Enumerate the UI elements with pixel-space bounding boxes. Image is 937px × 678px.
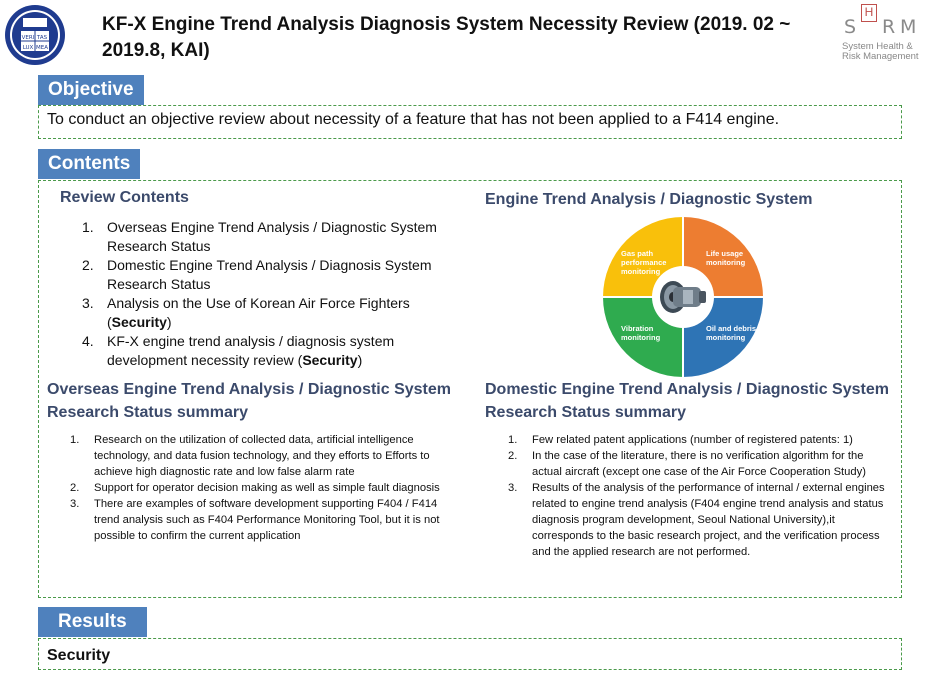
contents-tab: Contents: [38, 149, 141, 179]
domestic-heading: Domestic Engine Trend Analysis / Diagnos…: [485, 378, 889, 424]
list-text-wrapper: Analysis on the Use of Korean Air Force …: [107, 294, 452, 332]
seal-text-4: MEA: [36, 45, 48, 51]
list-text: Support for operator decision making as …: [94, 482, 440, 494]
domestic-heading-line2: Research Status summary: [485, 404, 686, 421]
review-contents-list: 1. Overseas Engine Trend Analysis / Diag…: [82, 218, 452, 370]
list-item: 1. Research on the utilization of collec…: [70, 432, 455, 480]
list-number: 2.: [82, 257, 94, 273]
shrm-letter-m: M: [900, 16, 917, 38]
list-item: 2. Support for operator decision making …: [70, 480, 455, 496]
list-text: Few related patent applications (number …: [532, 434, 853, 446]
list-text-suffix: ): [166, 314, 172, 330]
list-item: 3. Analysis on the Use of Korean Air For…: [82, 294, 452, 332]
list-item: 2. In the case of the literature, there …: [508, 448, 888, 480]
list-number: 4.: [82, 333, 94, 349]
list-text: Domestic Engine Trend Analysis / Diagnos…: [107, 257, 432, 292]
shrm-letter-h: H: [861, 4, 877, 22]
quadrant-label-life-usage: Life usage monitoring: [706, 249, 746, 267]
list-text: Research on the utilization of collected…: [94, 434, 430, 478]
results-tab: Results: [38, 607, 147, 637]
list-number: 1.: [82, 219, 94, 235]
list-item: 1. Overseas Engine Trend Analysis / Diag…: [82, 218, 452, 256]
list-number: 2.: [508, 450, 518, 462]
objective-text: To conduct an objective review about nec…: [47, 111, 780, 128]
list-item: 2. Domestic Engine Trend Analysis / Diag…: [82, 256, 452, 294]
list-number: 3.: [70, 498, 80, 510]
security-label: Security: [111, 314, 167, 330]
list-number: 1.: [508, 434, 518, 446]
overseas-summary-list: 1. Research on the utilization of collec…: [70, 432, 455, 544]
list-item: 3. There are examples of software develo…: [70, 496, 455, 544]
shrm-letter-s: S: [844, 16, 857, 38]
shrm-letter-r: R: [882, 16, 896, 38]
domestic-heading-line1: Domestic Engine Trend Analysis / Diagnos…: [485, 381, 889, 398]
list-number: 3.: [82, 295, 94, 311]
review-contents-heading: Review Contents: [60, 189, 189, 206]
list-text: Results of the analysis of the performan…: [532, 482, 885, 558]
list-item: 4. KF-X engine trend analysis / diagnosi…: [82, 332, 452, 370]
quadrant-label-vibration: Vibration monitoring: [621, 324, 661, 342]
seal-text-1: VERI: [22, 35, 35, 41]
list-item: 3. Results of the analysis of the perfor…: [508, 480, 888, 560]
page-title: KF-X Engine Trend Analysis Diagnosis Sys…: [102, 14, 791, 61]
results-text: Security: [47, 647, 111, 664]
overseas-heading: Overseas Engine Trend Analysis / Diagnos…: [47, 378, 451, 424]
quadrant-label-gas-path: Gas path performance monitoring: [621, 249, 667, 276]
objective-tab: Objective: [38, 75, 144, 105]
overseas-heading-line1: Overseas Engine Trend Analysis / Diagnos…: [47, 381, 452, 398]
list-text: Overseas Engine Trend Analysis / Diagnos…: [107, 219, 437, 254]
list-number: 2.: [70, 482, 80, 494]
list-text: There are examples of software developme…: [94, 498, 440, 542]
results-box: [38, 638, 902, 670]
seal-text-3: LUX: [23, 45, 34, 51]
university-seal-logo: VERI TAS LUX MEA: [4, 4, 66, 66]
security-label: Security: [302, 352, 358, 368]
shrm-caption-2: Risk Management: [842, 51, 919, 62]
overseas-heading-line2: Research Status summary: [47, 404, 248, 421]
quadrant-label-oil-debris: Oil and debris monitoring: [706, 324, 757, 342]
list-text-suffix: ): [357, 352, 363, 368]
list-item: 1. Few related patent applications (numb…: [508, 432, 888, 448]
list-text: In the case of the literature, there is …: [532, 450, 866, 478]
domestic-summary-list: 1. Few related patent applications (numb…: [508, 432, 888, 560]
list-text-wrapper: KF-X engine trend analysis / diagnosis s…: [107, 332, 452, 370]
seal-text-2: TAS: [36, 35, 48, 41]
shrm-logo: S H R M System Health & Risk Management: [838, 2, 932, 68]
list-number: 1.: [70, 434, 80, 446]
engine-monitoring-diagram: Gas path performance monitoring Life usa…: [603, 217, 763, 377]
list-number: 3.: [508, 482, 518, 494]
diagram-heading: Engine Trend Analysis / Diagnostic Syste…: [485, 191, 813, 208]
